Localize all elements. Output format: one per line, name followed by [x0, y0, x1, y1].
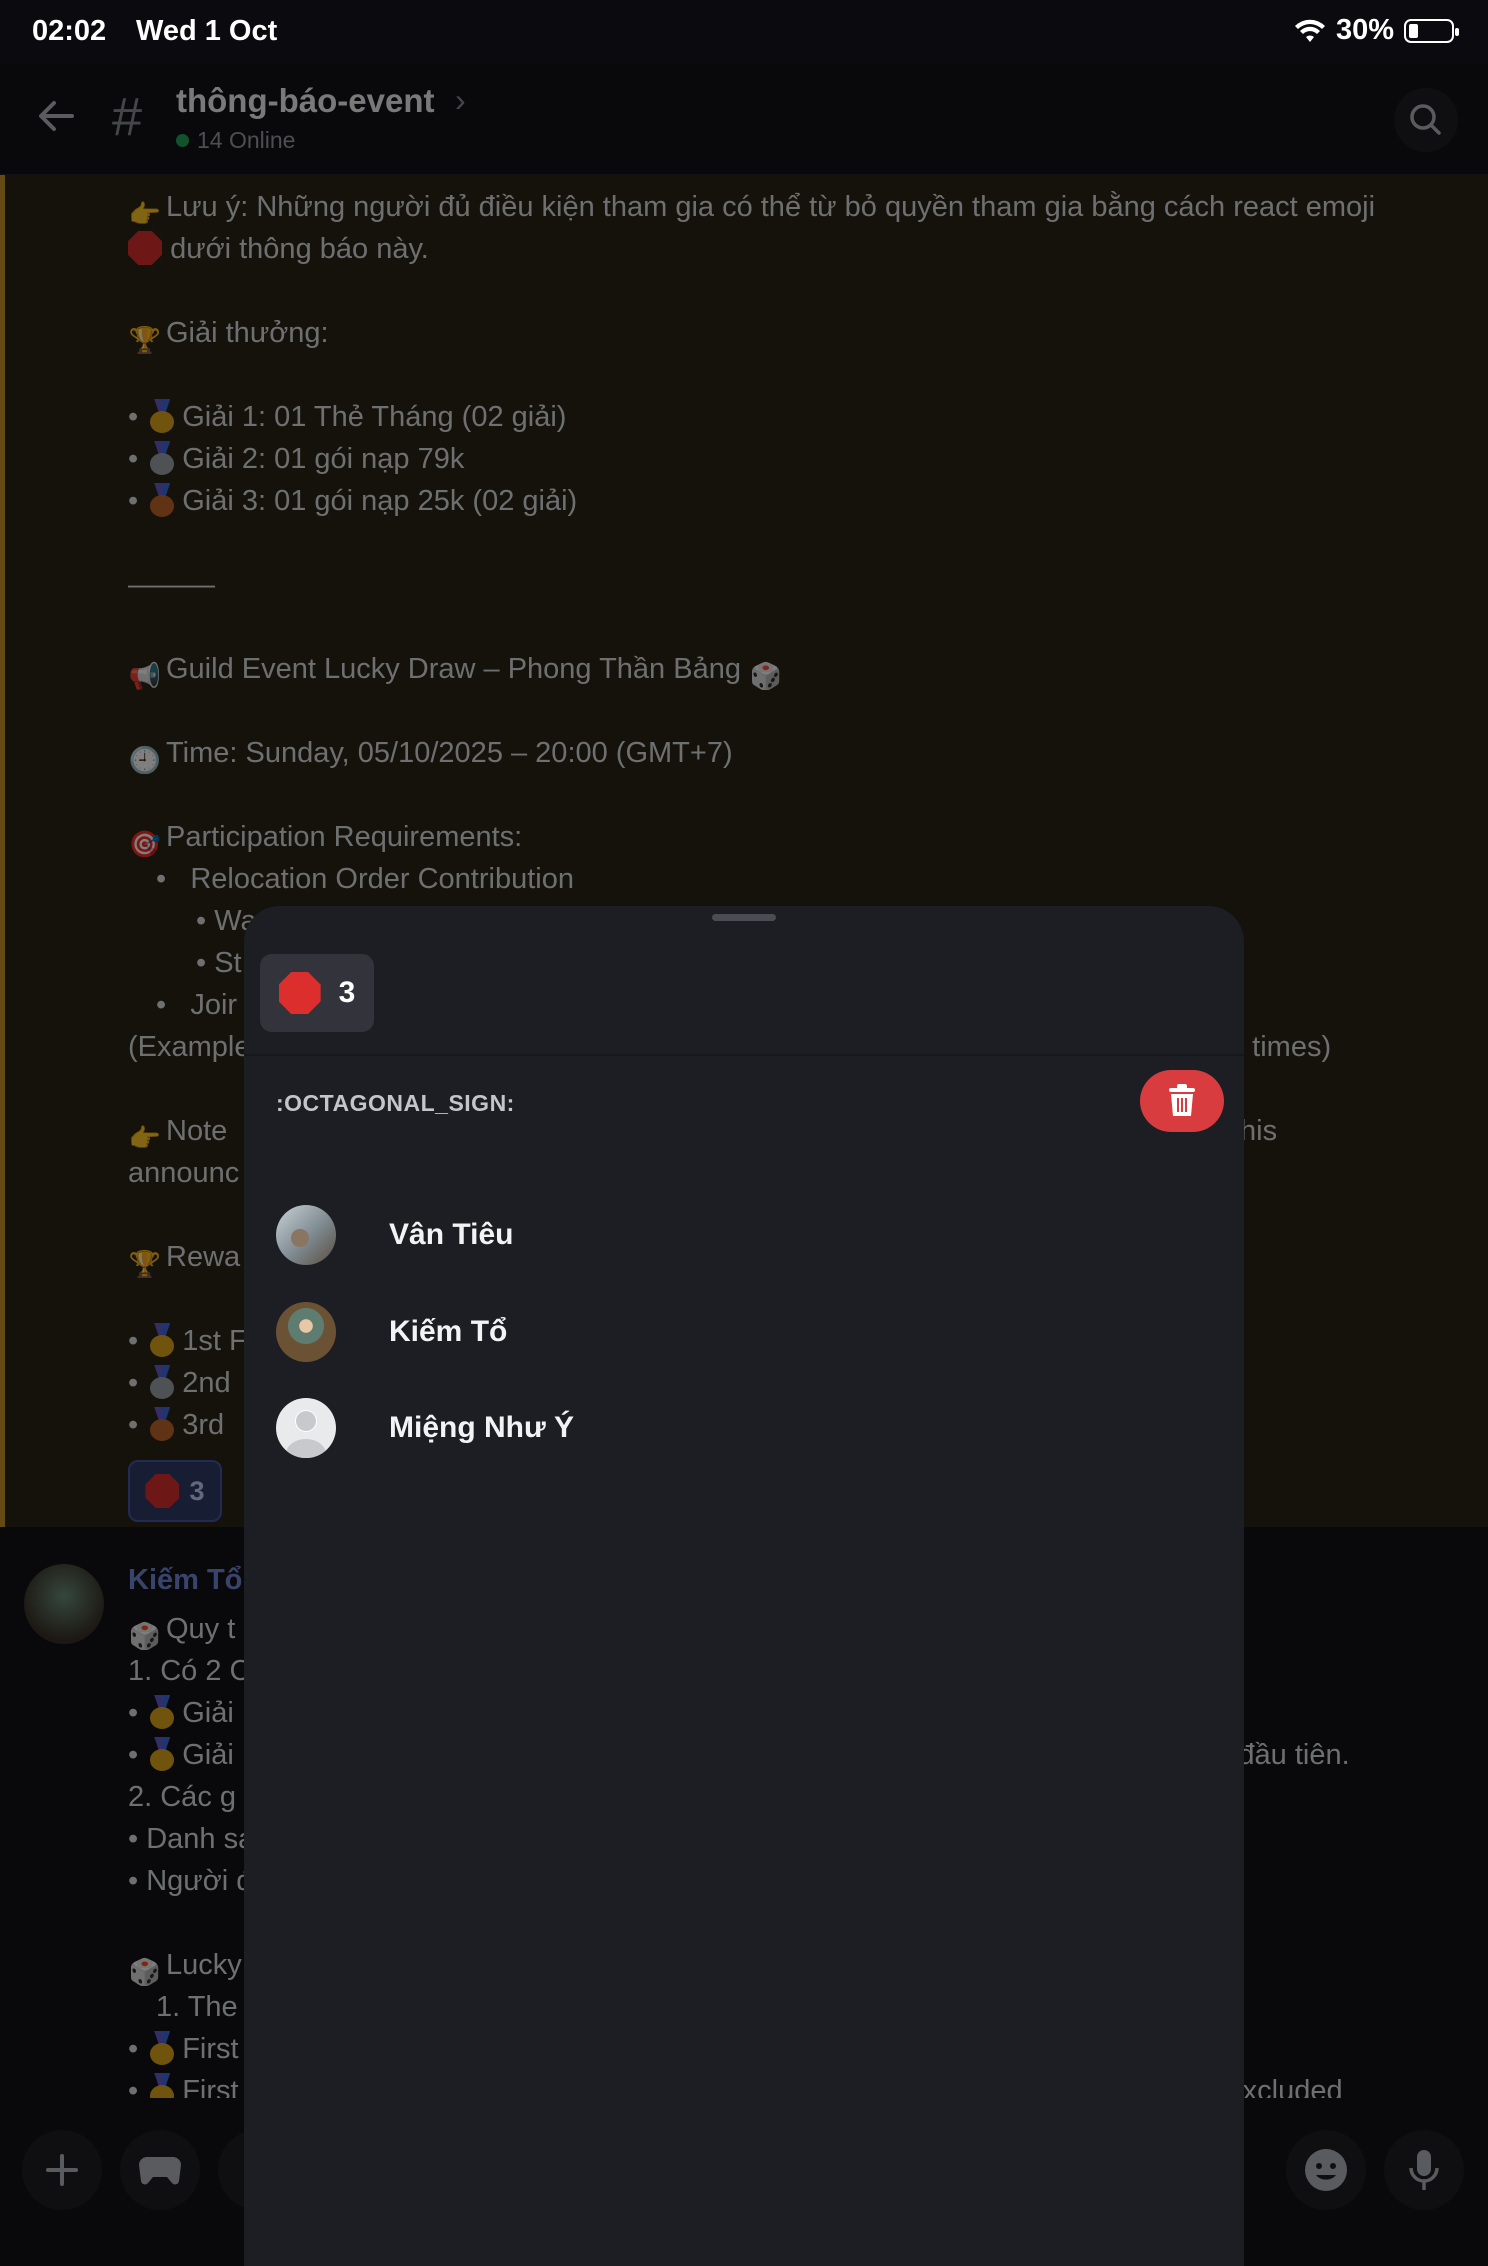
user-name: Miệng Như Ý [389, 1411, 575, 1444]
battery-percent: 30% [1335, 14, 1394, 46]
reactions-sheet: 3 :OCTAGONAL_SIGN: Vân Tiêu Kiếm Tổ Miện… [244, 906, 1244, 2266]
remove-reaction-button[interactable] [1140, 1070, 1224, 1132]
wifi-icon [1294, 19, 1325, 42]
user-name: Vân Tiêu [389, 1218, 514, 1251]
reactor-row[interactable]: Kiếm Tổ [276, 1300, 1176, 1364]
status-bar: 02:02 Wed 1 Oct 30% [0, 0, 1488, 64]
status-date: Wed 1 Oct [136, 15, 278, 47]
battery-icon [1404, 18, 1459, 43]
emoji-name-label: :OCTAGONAL_SIGN: [276, 1090, 515, 1116]
trash-icon [1169, 1084, 1195, 1116]
reaction-tab-octagonal-sign[interactable]: 3 [260, 954, 374, 1032]
reactor-row[interactable]: Miệng Như Ý [276, 1396, 1176, 1460]
user-avatar [276, 1205, 336, 1265]
reaction-tab-count: 3 [338, 976, 356, 1009]
user-avatar [276, 1302, 336, 1362]
stop-sign-icon [278, 972, 321, 1014]
status-time: 02:02 [32, 15, 107, 47]
user-name: Kiếm Tổ [389, 1315, 508, 1348]
default-avatar-icon [276, 1398, 336, 1458]
status-indicators: 30% [1294, 14, 1459, 47]
reactor-row[interactable]: Vân Tiêu [276, 1203, 1176, 1267]
reactions-tab-bar: 3 [244, 906, 1244, 1056]
sheet-grabber[interactable] [712, 914, 776, 921]
